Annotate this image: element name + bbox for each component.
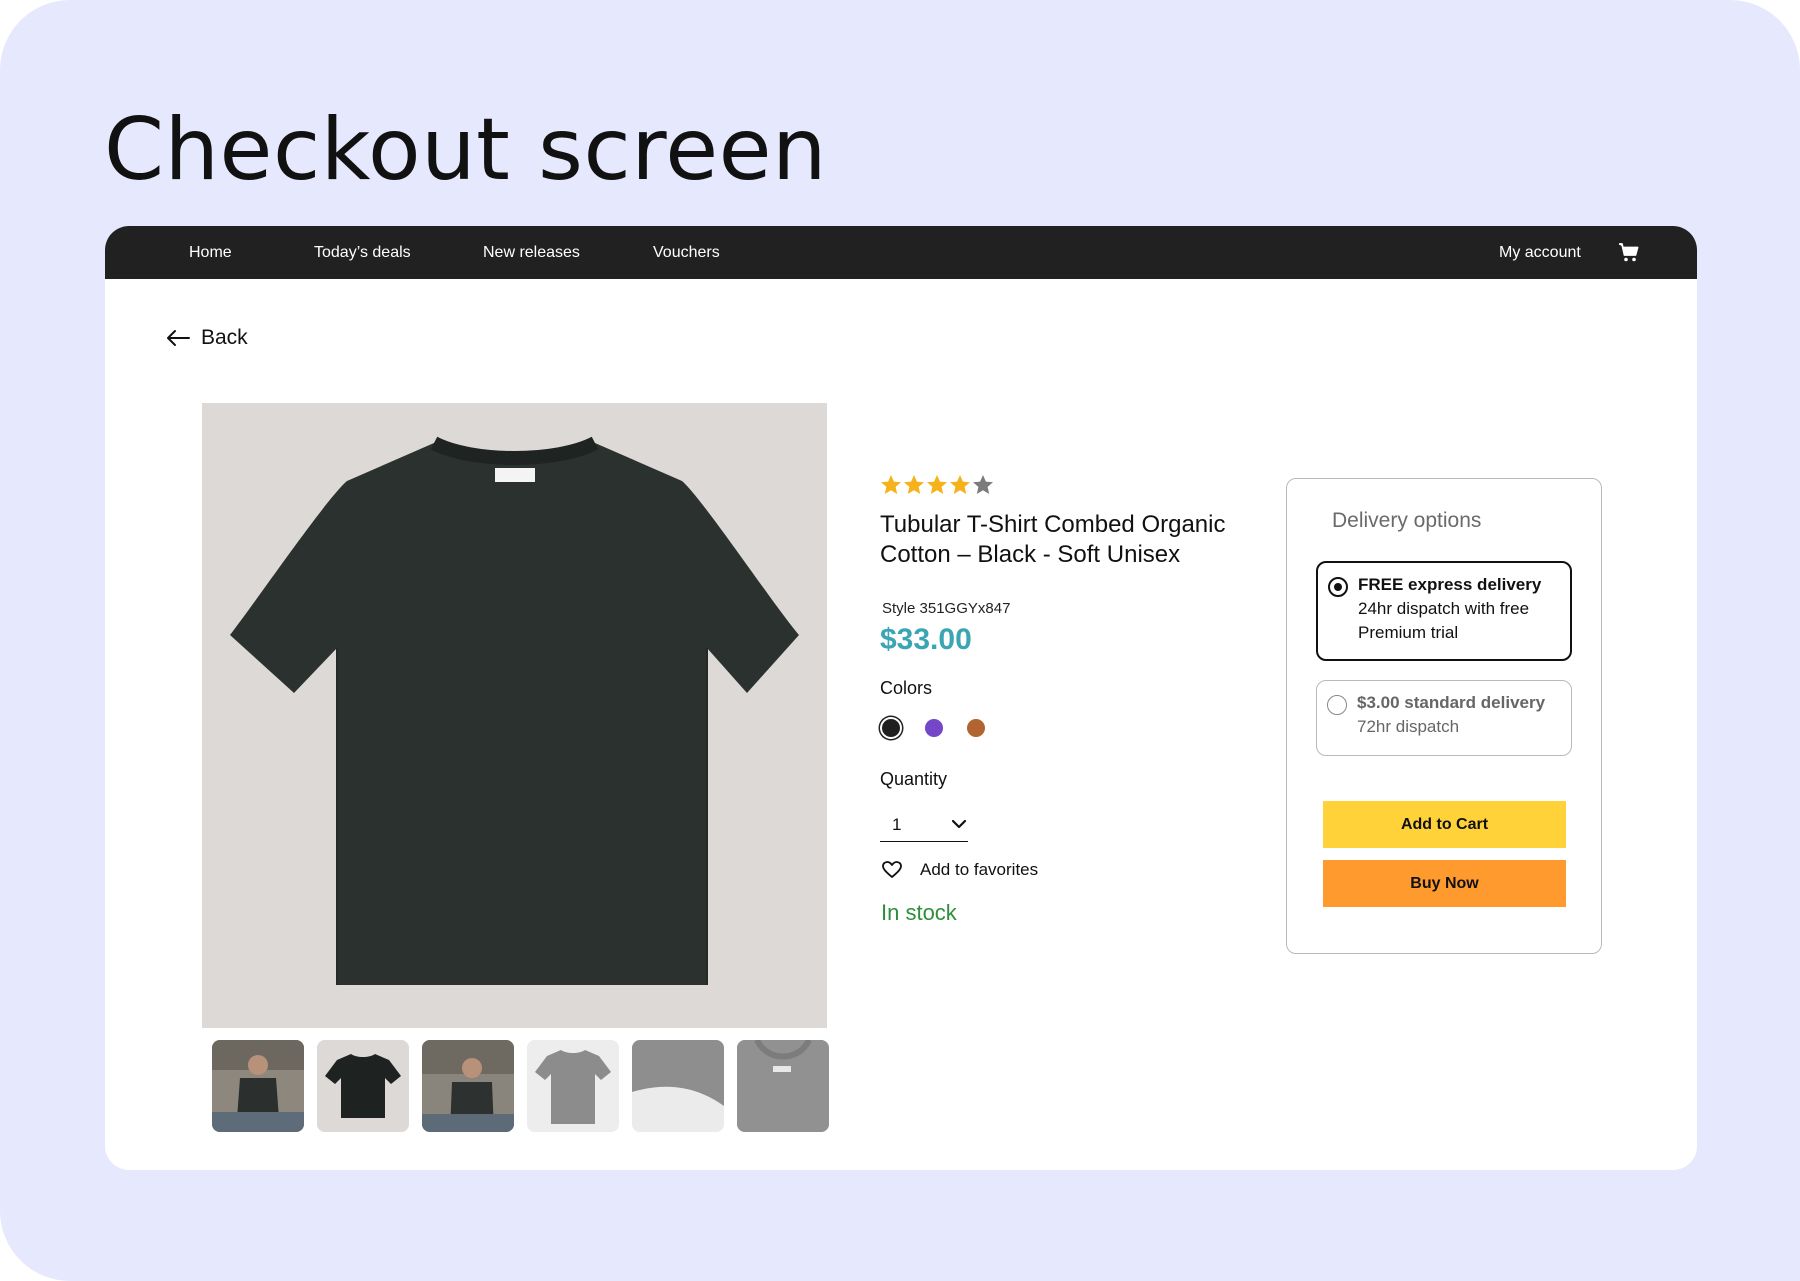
thumbnail-image (737, 1040, 829, 1132)
back-label: Back (201, 326, 248, 349)
thumbnail-2[interactable] (317, 1040, 409, 1132)
thumbnail-1[interactable] (212, 1040, 304, 1132)
add-to-favorites-label: Add to favorites (920, 860, 1039, 879)
thumbnail-3[interactable] (422, 1040, 514, 1132)
thumbnail-image (527, 1040, 619, 1132)
buy-now-button[interactable]: Buy Now (1323, 860, 1566, 907)
product-title: Tubular T-Shirt Combed Organic Cotton – … (880, 511, 1226, 568)
stock-status: In stock (881, 900, 957, 925)
delivery-option-text: FREE express delivery 24hr dispatch with… (1358, 573, 1563, 645)
add-to-favorites-button[interactable]: Add to favorites (882, 860, 1038, 880)
radio-selected-icon (1328, 577, 1348, 597)
cart-icon[interactable] (1617, 240, 1641, 264)
color-swatch-brown[interactable] (967, 719, 985, 737)
delivery-option-text: $3.00 standard delivery 72hr dispatch (1357, 691, 1562, 739)
nav-item-todays-deals[interactable]: Today’s deals (314, 226, 411, 279)
tshirt-image (230, 436, 799, 985)
delivery-option-detail: 72hr dispatch (1357, 717, 1460, 736)
delivery-option-express[interactable]: FREE express delivery 24hr dispatch with… (1316, 561, 1572, 661)
my-account-link[interactable]: My account (1499, 226, 1581, 279)
thumbnail-image (422, 1040, 514, 1132)
star-empty-icon (973, 475, 993, 494)
product-style: Style 351GGYx847 (882, 600, 1011, 617)
heart-icon (882, 861, 902, 878)
delivery-option-standard[interactable]: $3.00 standard delivery 72hr dispatch (1316, 680, 1572, 756)
product-price: $33.00 (880, 623, 972, 656)
star-filled-icon (950, 475, 970, 494)
chevron-down-icon (951, 819, 967, 829)
product-main-image (202, 403, 827, 1028)
delivery-option-name: $3.00 standard delivery (1357, 693, 1546, 712)
nav-item-vouchers[interactable]: Vouchers (653, 226, 720, 279)
app-window: Home Today’s deals New releases Vouchers… (105, 226, 1697, 1170)
nav-item-home[interactable]: Home (189, 226, 232, 279)
top-nav: Home Today’s deals New releases Vouchers… (105, 226, 1697, 279)
colors-label: Colors (880, 678, 933, 698)
arrow-left-icon (167, 330, 190, 346)
star-filled-icon (904, 475, 924, 494)
thumbnail-4[interactable] (527, 1040, 619, 1132)
star-filled-icon (927, 475, 947, 494)
star-filled-icon (881, 475, 901, 494)
thumbnail-image (632, 1040, 724, 1132)
delivery-option-detail: 24hr dispatch with free Premium trial (1358, 599, 1530, 642)
page-title: Checkout screen (104, 100, 828, 200)
quantity-value: 1 (892, 815, 902, 834)
add-to-cart-button[interactable]: Add to Cart (1323, 801, 1566, 848)
thumbnail-image (317, 1040, 409, 1132)
back-link[interactable]: Back (165, 324, 248, 352)
nav-item-new-releases[interactable]: New releases (483, 226, 580, 279)
thumbnail-image (212, 1040, 304, 1132)
radio-unselected-icon (1327, 695, 1347, 715)
thumbnail-6[interactable] (737, 1040, 829, 1132)
thumbnail-5[interactable] (632, 1040, 724, 1132)
star-rating (880, 474, 994, 495)
color-swatch-black[interactable] (882, 719, 900, 737)
quantity-select[interactable]: 1 (880, 811, 968, 842)
delivery-options-title: Delivery options (1332, 509, 1482, 532)
color-swatch-purple[interactable] (925, 719, 943, 737)
delivery-options-panel: Delivery options FREE express delivery 2… (1286, 478, 1602, 954)
delivery-option-name: FREE express delivery (1358, 575, 1542, 594)
quantity-label: Quantity (880, 769, 948, 789)
